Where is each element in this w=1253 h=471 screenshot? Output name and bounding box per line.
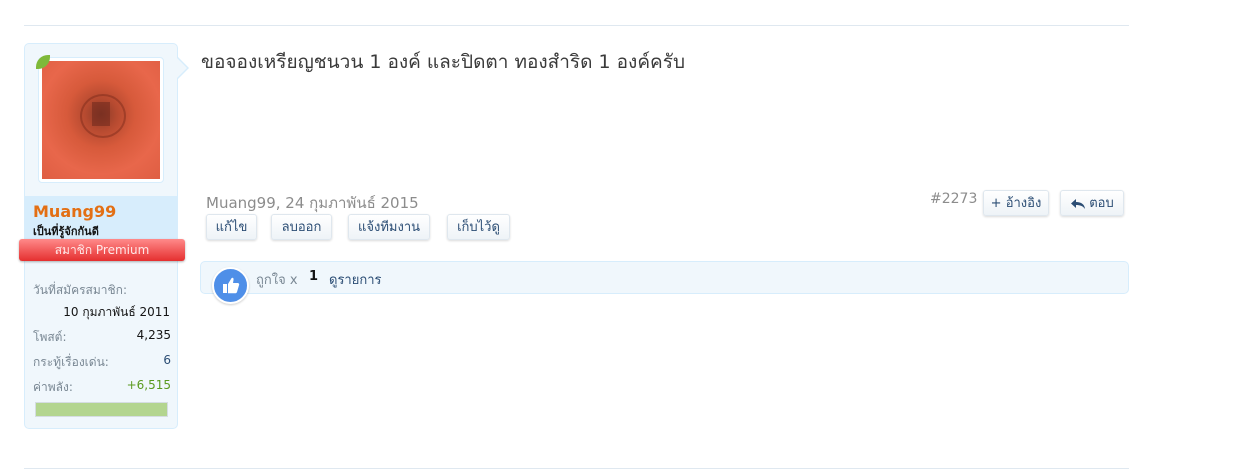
joined-label: วันที่สมัครสมาชิก: — [33, 283, 127, 297]
likes-label: ถูกใจ x — [256, 273, 298, 288]
power-label: ค่าพลัง: — [33, 380, 73, 394]
joined-value: 10 กุมภาพันธ์ 2011 — [63, 305, 170, 319]
message-pointer-inner — [176, 57, 187, 79]
premium-ribbon: สมาชิก Premium — [19, 239, 185, 261]
reply-button[interactable]: ตอบ — [1060, 190, 1124, 216]
username-link[interactable]: Muang99 — [33, 202, 116, 221]
power-bar — [35, 402, 168, 417]
likes-list-link[interactable]: ดูรายการ — [329, 269, 382, 290]
post-number[interactable]: #2273 — [930, 191, 977, 207]
power-value: +6,515 — [126, 378, 171, 392]
avatar-mark — [92, 102, 110, 126]
posts-label: โพสต์: — [33, 330, 67, 344]
post-message: ขอจองเหรียญชนวน 1 องค์ และปิดตา ทองสำริด… — [201, 51, 686, 73]
user-title: เป็นที่รู้จักกันดี — [33, 225, 99, 238]
reply-label: ตอบ — [1089, 196, 1114, 211]
likes-count: 1 — [309, 269, 319, 284]
quote-button[interactable]: + อ้างอิง — [983, 190, 1049, 216]
delete-button[interactable]: ลบออก — [271, 214, 332, 240]
thumbs-up-icon — [212, 267, 249, 304]
save-button[interactable]: เก็บไว้ดู — [447, 214, 510, 240]
report-button[interactable]: แจ้งทีมงาน — [348, 214, 430, 240]
top-divider — [24, 25, 1129, 26]
threads-label: กระทู้เรื่องเด่น: — [33, 355, 109, 369]
edit-button[interactable]: แก้ไข — [206, 214, 257, 240]
threads-value[interactable]: 6 — [120, 353, 171, 367]
post-meta[interactable]: Muang99, 24 กุมภาพันธ์ 2015 — [206, 191, 419, 215]
avatar[interactable] — [38, 57, 164, 183]
bottom-divider — [24, 468, 1129, 469]
posts-value[interactable]: 4,235 — [100, 328, 171, 342]
power-bar-fill — [36, 403, 167, 416]
avatar-image — [42, 61, 160, 179]
reply-arrow-icon — [1071, 198, 1086, 209]
